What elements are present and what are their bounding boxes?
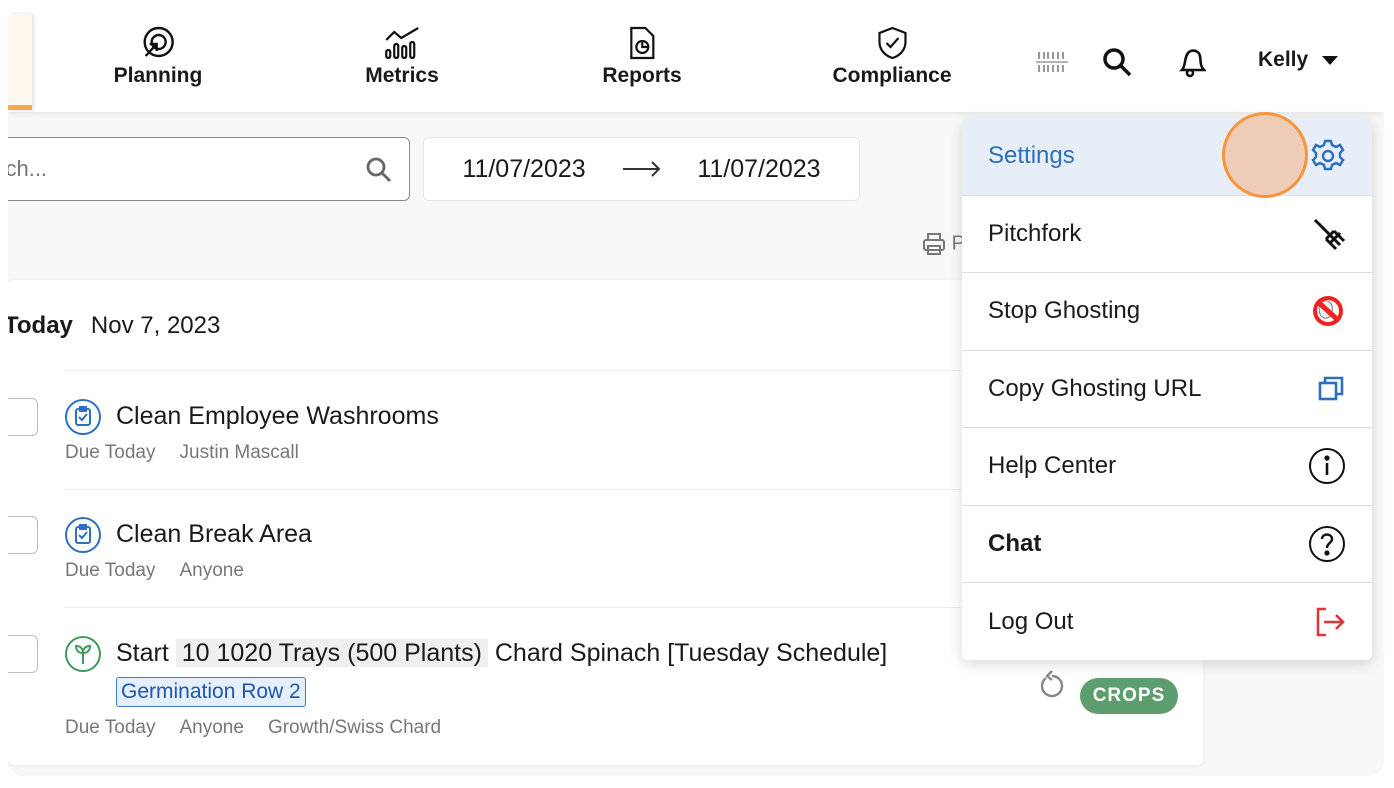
menu-item-pitchfork[interactable]: Pitchfork	[962, 196, 1372, 273]
task-title[interactable]: Start 10 1020 Trays (500 Plants) Chard S…	[116, 639, 887, 668]
crops-badge: CROPS	[1080, 678, 1178, 714]
search-input[interactable]	[8, 156, 299, 182]
menu-label: Help Center	[988, 452, 1117, 480]
clipboard-check-icon	[65, 399, 101, 435]
caret-down-icon	[1322, 55, 1339, 65]
location-tag[interactable]: Germination Row 2	[116, 677, 306, 707]
menu-label: Log Out	[988, 607, 1074, 635]
barcode-icon[interactable]	[1036, 50, 1068, 74]
gear-icon	[1311, 140, 1345, 171]
search-icon[interactable]	[365, 156, 393, 184]
menu-item-settings[interactable]: Settings	[962, 118, 1372, 196]
shield-check-icon	[877, 26, 907, 60]
nav-label: Metrics	[365, 64, 439, 87]
date-range-picker[interactable]: 11/07/2023 11/07/2023	[423, 137, 860, 201]
task-checkbox[interactable]	[8, 635, 38, 673]
nav-label: Compliance	[832, 64, 952, 87]
day-date: Nov 7, 2023	[90, 312, 221, 339]
search-icon[interactable]	[1101, 46, 1133, 78]
task-title[interactable]: Clean Break Area	[116, 520, 312, 549]
menu-item-help-center[interactable]: Help Center	[962, 428, 1372, 506]
menu-label: Pitchfork	[988, 219, 1082, 247]
search-box	[8, 137, 410, 201]
day-header: Today Nov 7, 2023	[8, 312, 220, 340]
clipboard-check-icon	[65, 517, 101, 553]
title-suffix: Chard Spinach [Tuesday Schedule]	[494, 639, 888, 667]
pitchfork-icon	[1313, 218, 1346, 250]
target-icon	[143, 26, 175, 58]
nav-compliance[interactable]: Compliance	[832, 26, 952, 88]
menu-label: Settings	[988, 142, 1075, 170]
menu-label: Chat	[988, 529, 1042, 557]
user-menu-button[interactable]: Kelly	[1258, 48, 1339, 72]
info-icon	[1309, 448, 1345, 485]
task-due: Due Today	[65, 717, 156, 738]
nav-planning[interactable]: Planning	[113, 26, 203, 88]
sprout-icon	[65, 636, 101, 672]
date-to[interactable]: 11/07/2023	[697, 155, 820, 184]
task-checkbox[interactable]	[8, 516, 38, 554]
day-label: Today	[8, 312, 73, 339]
task-checkbox[interactable]	[8, 398, 38, 436]
date-from[interactable]: 11/07/2023	[462, 155, 585, 184]
user-dropdown-menu: Settings Pitchfork Stop Ghosting Copy Gh…	[962, 118, 1372, 660]
user-name: Kelly	[1258, 48, 1309, 71]
menu-label: Stop Ghosting	[988, 297, 1141, 325]
menu-item-copy-ghosting-url[interactable]: Copy Ghosting URL	[962, 351, 1372, 428]
task-due: Due Today	[65, 560, 156, 581]
menu-item-log-out[interactable]: Log Out	[962, 583, 1372, 660]
recurring-icon	[1040, 670, 1064, 698]
task-assignee: Justin Mascall	[179, 442, 299, 463]
click-indicator	[1222, 112, 1308, 198]
title-prefix: Start	[116, 639, 169, 667]
task-due: Due Today	[65, 442, 156, 463]
task-assignee: Anyone	[179, 560, 244, 581]
question-icon	[1309, 525, 1345, 562]
task-title[interactable]: Clean Employee Washrooms	[116, 402, 439, 431]
top-nav: Planning Metrics Reports Compliance Kell…	[8, 8, 1384, 112]
nav-metrics[interactable]: Metrics	[365, 26, 439, 88]
title-quantity: 10 1020 Trays (500 Plants)	[175, 639, 488, 667]
logout-icon	[1316, 607, 1345, 637]
menu-label: Copy Ghosting URL	[988, 374, 1202, 402]
brand-tab[interactable]	[8, 14, 32, 110]
nav-reports[interactable]: Reports	[602, 26, 682, 88]
print-button[interactable]: P	[922, 232, 965, 256]
task-category: Growth/Swiss Chard	[267, 717, 442, 738]
nav-label: Reports	[602, 64, 682, 87]
report-icon	[629, 26, 655, 60]
task-assignee: Anyone	[179, 717, 244, 738]
bell-icon[interactable]	[1178, 46, 1206, 78]
printer-icon	[923, 233, 945, 255]
menu-item-chat[interactable]: Chat	[962, 506, 1372, 583]
metrics-icon	[384, 27, 419, 60]
ghostbusters-icon	[1313, 296, 1343, 327]
copy-icon	[1318, 376, 1344, 401]
arrow-right-icon	[622, 161, 660, 177]
nav-label: Planning	[113, 64, 203, 87]
menu-item-stop-ghosting[interactable]: Stop Ghosting	[962, 273, 1372, 351]
